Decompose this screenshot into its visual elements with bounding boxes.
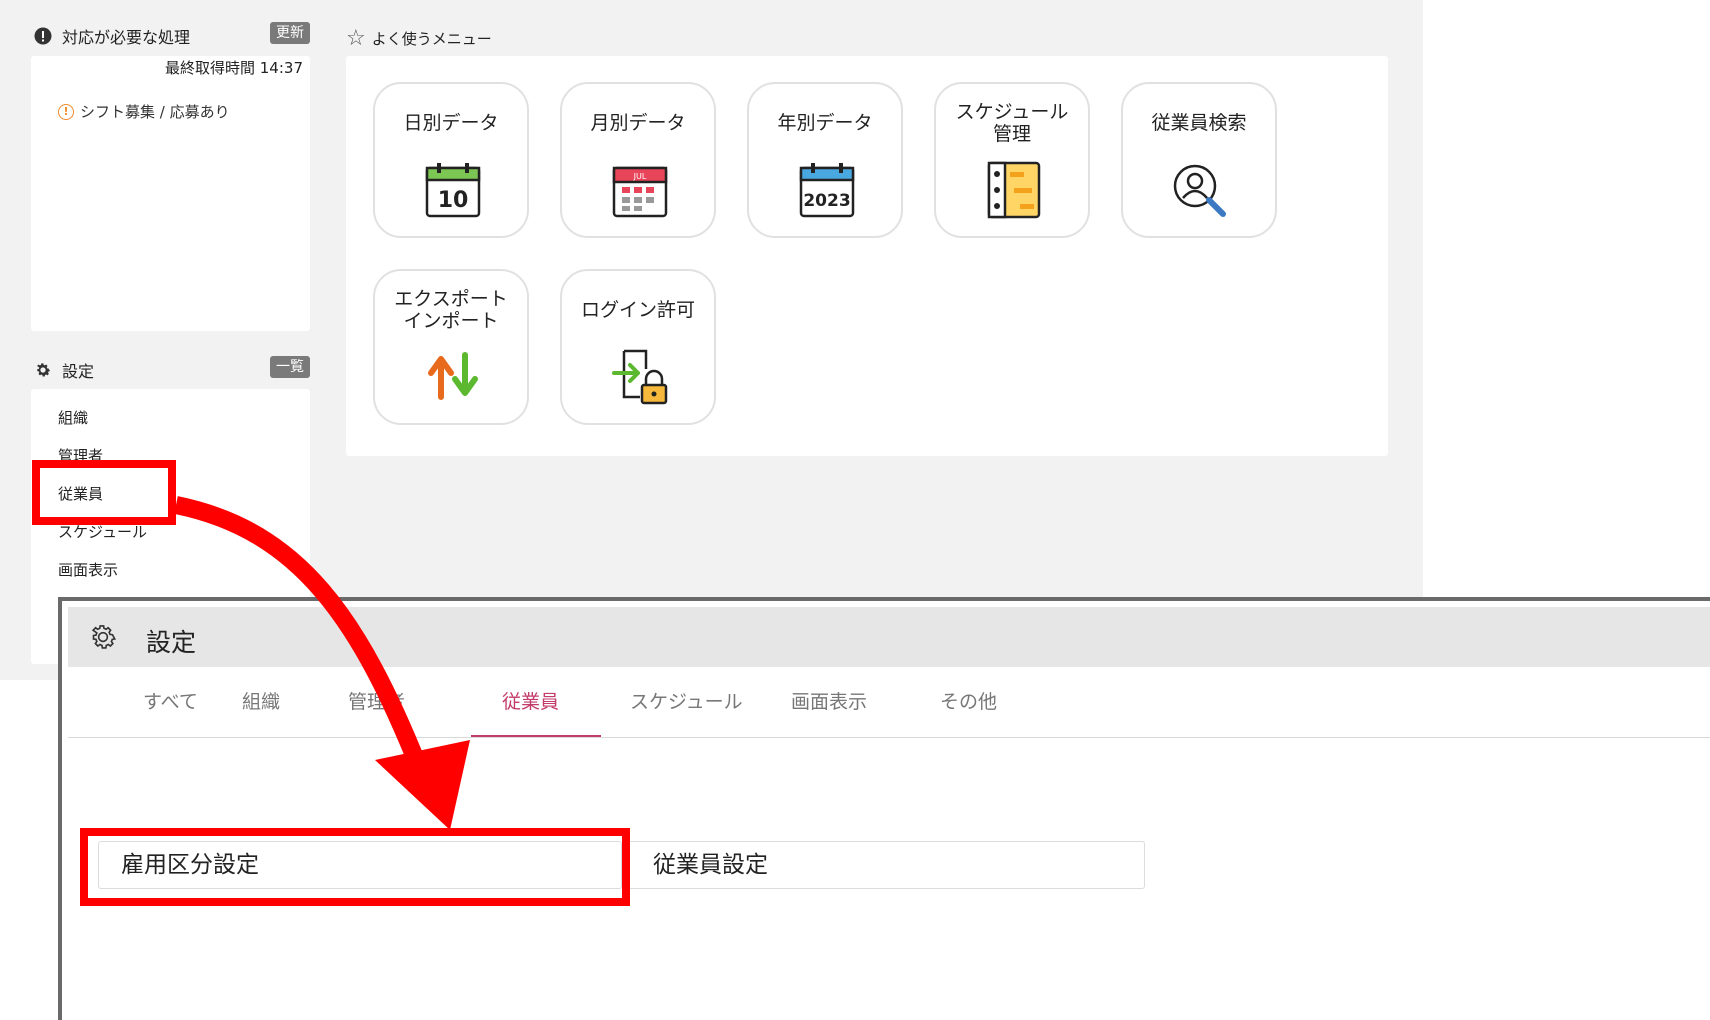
red-arrow-icon (174, 496, 470, 830)
